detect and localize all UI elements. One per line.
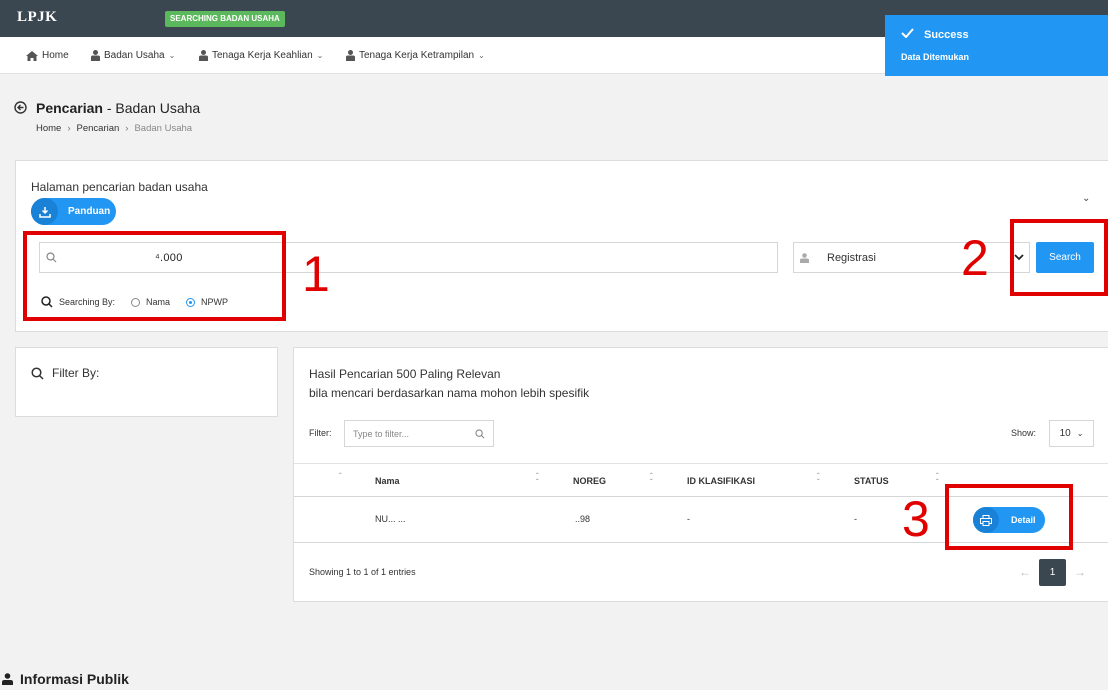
sort-icon[interactable]: ˆˇ [936,473,939,487]
table-filter-label: Filter: [309,428,332,438]
nav-tenaga-kerja-keahlian[interactable]: Tenaga Kerja Keahlian ⌄ [199,37,323,74]
annotation-number-3: 3 [902,491,930,547]
nav-badan-usaha[interactable]: Badan Usaha ⌄ [91,37,175,74]
breadcrumb-pencarian[interactable]: Pencarian [77,123,120,134]
annotation-box-3 [945,484,1073,550]
nav-tenaga-kerja-ketrampilan-label: Tenaga Kerja Ketrampilan [359,50,475,61]
user-icon [800,252,809,263]
annotation-box-1 [23,231,286,321]
chevron-down-icon: ⌄ [168,51,176,60]
sort-asc-icon[interactable]: ˆ [339,473,342,481]
search-type-value: Registrasi [827,251,876,264]
entries-info: Showing 1 to 1 of 1 entries [309,567,416,577]
results-subheading: bila mencari berdasarkan nama mohon lebi… [309,386,590,400]
nav-badan-usaha-label: Badan Usaha [104,50,165,61]
pagination-prev[interactable]: ← [1019,565,1031,579]
column-status[interactable]: STATUS [854,476,889,486]
cell-id-klasifikasi: - [687,514,690,524]
pagination-next[interactable]: → [1074,565,1086,579]
user-tie-icon [346,50,355,61]
sort-icon[interactable]: ˆˇ [536,473,539,487]
user-tie-icon [91,50,100,61]
column-id-klasifikasi[interactable]: ID KLASIFIKASI [687,476,755,486]
sort-icon[interactable]: ˆˇ [650,473,653,487]
breadcrumb-separator: › [67,123,71,134]
table-filter-placeholder: Type to filter... [353,428,410,439]
brand-logo[interactable]: LPJK [17,9,57,26]
annotation-number-1: 1 [302,246,330,302]
column-noreg[interactable]: NOREG [573,476,606,486]
filter-title-label: Filter By: [52,366,100,380]
toast-message: Data Ditemukan [901,52,970,62]
page-title-main: Pencarian [36,100,103,116]
breadcrumb: Home › Pencarian › Badan Usaha [36,123,192,134]
page-title: Pencarian - Badan Usaha [36,100,200,116]
nav-home[interactable]: Home [26,37,69,74]
show-entries-value: 10 [1059,428,1071,439]
sort-icon[interactable]: ˆˇ [817,473,820,487]
nav-tenaga-kerja-keahlian-label: Tenaga Kerja Keahlian [212,50,313,61]
search-icon [475,428,485,438]
page-title-sub: - Badan Usaha [102,100,201,116]
home-icon [26,50,38,61]
results-heading: Hasil Pencarian 500 Paling Relevan [309,367,501,381]
toast-title: Success [924,29,969,41]
check-icon [901,28,914,38]
column-nama[interactable]: Nama [375,476,400,486]
user-icon [2,673,13,685]
breadcrumb-home[interactable]: Home [36,123,61,134]
informasi-publik-label: Informasi Publik [20,671,129,687]
search-type-select[interactable]: Registrasi [793,242,1030,273]
breadcrumb-current: Badan Usaha [134,123,193,134]
nav-tenaga-kerja-ketrampilan[interactable]: Tenaga Kerja Ketrampilan ⌄ [346,37,485,74]
status-chip: SEARCHING BADAN USAHA [165,11,285,27]
annotation-box-2 [1010,219,1108,296]
search-panel-caption: Halaman pencarian badan usaha [31,180,208,194]
back-arrow-icon[interactable] [14,101,27,114]
cell-noreg: ..98 [575,514,591,524]
user-tie-icon [199,50,208,61]
nav-home-label: Home [42,50,69,61]
table-filter-input[interactable]: Type to filter... [344,420,494,447]
chevron-down-icon: ⌄ [478,51,485,60]
chevron-down-icon: ⌄ [316,51,324,60]
breadcrumb-separator: › [125,123,129,134]
cell-status: - [854,514,857,524]
filter-title: Filter By: [31,366,99,380]
show-entries-label: Show: [1011,428,1037,438]
informasi-publik: Informasi Publik [2,671,129,687]
cell-nama: NU... ... [375,514,406,524]
annotation-number-2: 2 [961,230,989,286]
chevron-down-icon: ⌄ [1076,429,1084,438]
pagination-page-1[interactable]: 1 [1039,559,1066,586]
guide-button[interactable]: Panduan [31,198,116,225]
search-icon [31,366,44,380]
download-icon [31,198,58,225]
show-entries-select[interactable]: 10 ⌄ [1049,420,1094,447]
collapse-chevron-icon[interactable]: ⌄ [1082,193,1090,204]
success-toast[interactable]: Success Data Ditemukan [885,15,1108,76]
filter-panel [15,347,278,417]
guide-button-label: Panduan [68,206,111,217]
